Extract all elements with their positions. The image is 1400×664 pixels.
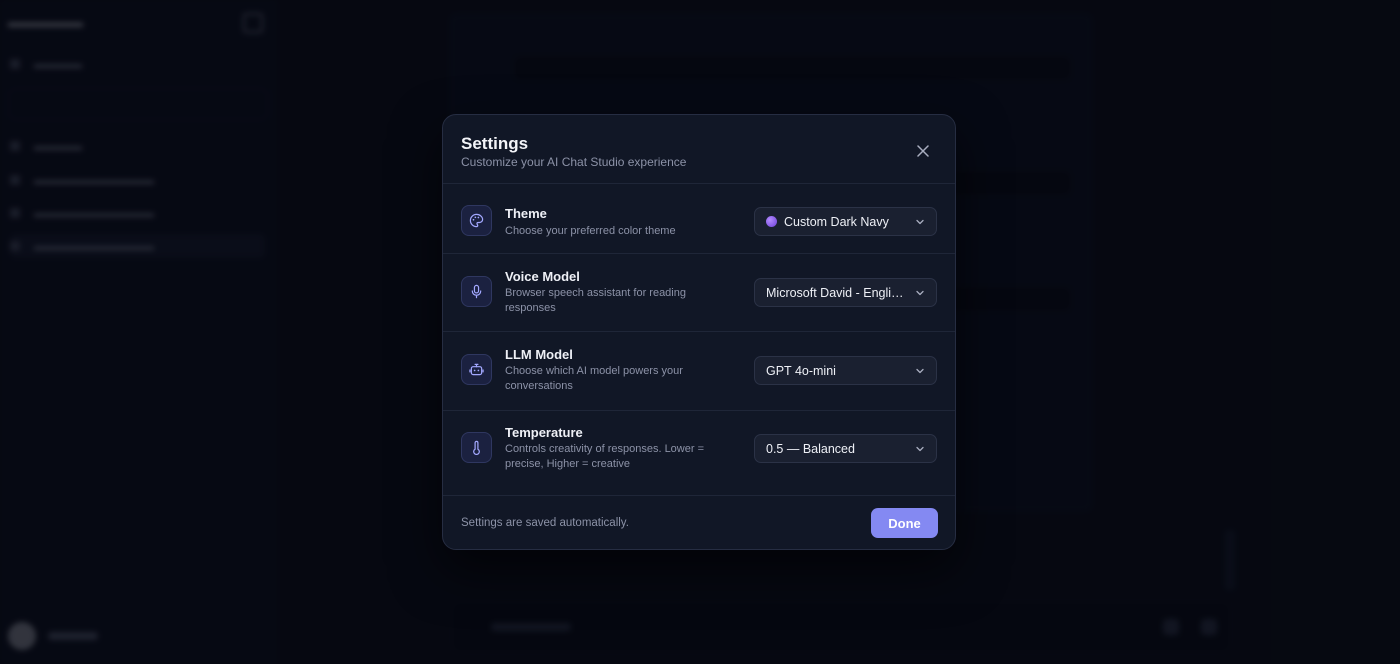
setting-row-temperature: Temperature Controls creativity of respo… bbox=[443, 410, 955, 496]
close-button[interactable] bbox=[911, 139, 935, 163]
theme-label: Theme bbox=[505, 206, 547, 221]
theme-description: Choose your preferred color theme bbox=[505, 225, 676, 237]
temperature-select[interactable]: 0.5 — Balanced bbox=[754, 434, 937, 463]
autosave-note: Settings are saved automatically. bbox=[461, 517, 629, 529]
chevron-down-icon bbox=[915, 288, 925, 298]
theme-icon-box bbox=[461, 205, 492, 236]
palette-icon bbox=[469, 213, 484, 228]
modal-header: Settings Customize your AI Chat Studio e… bbox=[443, 115, 955, 184]
theme-color-swatch bbox=[766, 216, 777, 227]
llm-model-select[interactable]: GPT 4o-mini bbox=[754, 356, 937, 385]
chevron-down-icon bbox=[915, 217, 925, 227]
temperature-label: Temperature bbox=[505, 425, 583, 440]
thermometer-icon bbox=[473, 440, 480, 455]
chevron-down-icon bbox=[915, 444, 925, 454]
llm-model-description: Choose which AI model powers your conver… bbox=[505, 365, 683, 392]
llm-model-icon-box bbox=[461, 354, 492, 385]
chevron-down-icon bbox=[915, 366, 925, 376]
theme-select[interactable]: Custom Dark Navy bbox=[754, 207, 937, 236]
theme-select-value: Custom Dark Navy bbox=[784, 214, 889, 229]
microphone-icon bbox=[471, 284, 482, 299]
voice-model-select-value: Microsoft David - English (United States… bbox=[766, 285, 907, 300]
close-icon bbox=[917, 145, 929, 157]
setting-row-voice-model: Voice Model Browser speech assistant for… bbox=[443, 253, 955, 332]
robot-icon bbox=[469, 363, 484, 376]
modal-footer: Settings are saved automatically. Done bbox=[443, 495, 955, 551]
voice-model-select[interactable]: Microsoft David - English (United States… bbox=[754, 278, 937, 307]
modal-title: Settings bbox=[461, 134, 529, 153]
temperature-icon-box bbox=[461, 432, 492, 463]
llm-model-select-value: GPT 4o-mini bbox=[766, 363, 836, 378]
setting-row-theme: Theme Choose your preferred color theme … bbox=[443, 183, 955, 254]
voice-model-label: Voice Model bbox=[505, 269, 580, 284]
done-button[interactable]: Done bbox=[871, 508, 938, 538]
modal-subtitle: Customize your AI Chat Studio experience bbox=[461, 155, 687, 169]
setting-row-llm-model: LLM Model Choose which AI model powers y… bbox=[443, 331, 955, 411]
temperature-select-value: 0.5 — Balanced bbox=[766, 441, 855, 456]
temperature-description: Controls creativity of responses. Lower … bbox=[505, 443, 705, 470]
voice-model-icon-box bbox=[461, 276, 492, 307]
llm-model-label: LLM Model bbox=[505, 347, 573, 362]
settings-modal: Settings Customize your AI Chat Studio e… bbox=[442, 114, 956, 550]
voice-model-description: Browser speech assistant for reading res… bbox=[505, 287, 686, 314]
